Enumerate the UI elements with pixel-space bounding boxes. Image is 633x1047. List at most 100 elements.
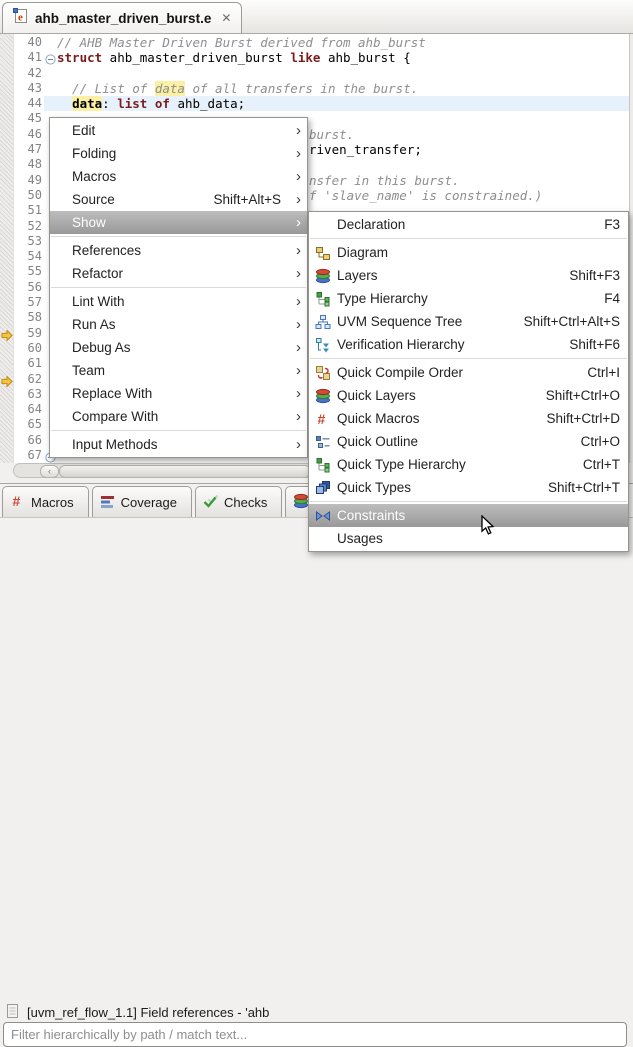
scrollbar-thumb[interactable] xyxy=(59,465,311,478)
menu-item-replace-with[interactable]: Replace With › xyxy=(50,382,307,405)
menu-item-quick-type-hierarchy[interactable]: Quick Type Hierarchy Ctrl+T xyxy=(309,453,628,476)
code-segment: of all transfers in the burst. xyxy=(184,80,419,96)
line-number: 46 xyxy=(27,126,42,141)
menu-item-label: Compare With xyxy=(72,409,159,424)
tab-close-icon[interactable]: ✕ xyxy=(221,11,231,25)
code-segment: like xyxy=(290,50,321,66)
menu-item-quick-layers[interactable]: Quick Layers Shift+Ctrl+O xyxy=(309,384,628,407)
menu-shortcut: F3 xyxy=(604,217,620,232)
menu-item-label: Edit xyxy=(72,123,96,138)
menu-item-run-as[interactable]: Run As › xyxy=(50,313,307,336)
line-number: 63 xyxy=(27,386,42,401)
menu-item-quick-types[interactable]: Quick Types Shift+Ctrl+T xyxy=(309,476,628,499)
code-line[interactable]: data: list of ahb_data; xyxy=(57,96,629,112)
menu-item-label: Folding xyxy=(72,146,117,161)
mouse-cursor xyxy=(481,514,496,541)
menu-item-label: References xyxy=(72,243,142,258)
menu-item-quick-outline[interactable]: Quick Outline Ctrl+O xyxy=(309,430,628,453)
line-number: 58 xyxy=(27,310,42,325)
menu-item-diagram[interactable]: Diagram xyxy=(309,241,628,264)
submenu-arrow-icon: › xyxy=(296,168,301,185)
menu-item-constraints[interactable]: Constraints xyxy=(309,504,628,527)
editor-tab-title: ahb_master_driven_burst.e xyxy=(35,10,212,26)
menu-item-references[interactable]: References › xyxy=(50,239,307,262)
line-number: 60 xyxy=(27,340,42,355)
menu-item-label: Replace With xyxy=(72,386,153,401)
menu-item-uvm-sequence-tree[interactable]: UVM Sequence Tree Shift+Ctrl+Alt+S xyxy=(309,310,628,333)
bottom-tab-coverage[interactable]: Coverage xyxy=(91,486,192,517)
menu-item-label: Macros xyxy=(72,169,117,184)
menu-item-label: Quick Outline xyxy=(337,434,419,449)
code-segment: nsfer in this burst. xyxy=(309,172,460,188)
menu-item-lint-with[interactable]: Lint With › xyxy=(50,290,307,313)
e-file-icon: e xyxy=(13,7,29,29)
code-line[interactable]: // AHB Master Driven Burst derived from … xyxy=(57,35,629,50)
bookmark-arrow-icon[interactable] xyxy=(1,374,13,392)
menu-item-quick-compile-order[interactable]: Quick Compile Order Ctrl+I xyxy=(309,361,628,384)
macro-hash-icon: # xyxy=(10,493,26,512)
line-number: 42 xyxy=(27,65,42,80)
code-segment: f 'slave_name' is constrained.) xyxy=(309,187,543,203)
line-number: 44 xyxy=(27,96,42,111)
menu-item-debug-as[interactable]: Debug As › xyxy=(50,336,307,359)
menu-item-label: Lint With xyxy=(72,294,125,309)
layers-icon xyxy=(315,268,331,284)
menu-item-label: Type Hierarchy xyxy=(337,291,428,306)
menu-item-team[interactable]: Team › xyxy=(50,359,307,382)
menu-item-label: Diagram xyxy=(337,245,389,260)
submenu-arrow-icon: › xyxy=(296,408,301,425)
menu-item-edit[interactable]: Edit › xyxy=(50,119,307,142)
menu-item-label: Quick Compile Order xyxy=(337,365,464,380)
menu-separator xyxy=(310,358,627,359)
editor-tab[interactable]: e ahb_master_driven_burst.e ✕ xyxy=(2,2,243,33)
menu-item-usages[interactable]: Usages xyxy=(309,527,628,550)
menu-item-folding[interactable]: Folding › xyxy=(50,142,307,165)
menu-item-label: Quick Types xyxy=(337,480,412,495)
menu-shortcut: Ctrl+O xyxy=(580,434,620,449)
code-line[interactable] xyxy=(57,66,629,81)
menu-item-type-hierarchy[interactable]: Type Hierarchy F4 xyxy=(309,287,628,310)
fold-minus-icon[interactable] xyxy=(45,52,56,65)
submenu-arrow-icon: › xyxy=(296,339,301,356)
menu-item-declaration[interactable]: Declaration F3 xyxy=(309,213,628,236)
menu-shortcut: F4 xyxy=(604,291,620,306)
menu-item-refactor[interactable]: Refactor › xyxy=(50,262,307,285)
line-number: 50 xyxy=(27,187,42,202)
code-line[interactable]: // List of data of all transfers in the … xyxy=(57,80,629,96)
menu-item-quick-macros[interactable]: # Quick Macros Shift+Ctrl+D xyxy=(309,407,628,430)
filter-input[interactable] xyxy=(3,1022,627,1047)
submenu-arrow-icon: › xyxy=(296,242,301,259)
menu-item-verification-hierarchy[interactable]: Verification Hierarchy Shift+F6 xyxy=(309,333,628,356)
menu-shortcut: Shift+Ctrl+Alt+S xyxy=(523,314,620,329)
menu-item-macros[interactable]: Macros › xyxy=(50,165,307,188)
svg-text:#: # xyxy=(13,493,21,509)
submenu-arrow-icon: › xyxy=(296,362,301,379)
menu-item-layers[interactable]: Layers Shift+F3 xyxy=(309,264,628,287)
bottom-tab-checks[interactable]: Checks xyxy=(195,486,283,517)
compile-order-icon xyxy=(315,365,331,381)
coverage-icon xyxy=(100,493,116,512)
scroll-left-icon[interactable]: ‹ xyxy=(40,465,59,478)
menu-shortcut: Shift+Ctrl+T xyxy=(547,480,620,495)
menu-item-label: Constraints xyxy=(337,508,406,523)
line-number: 45 xyxy=(27,111,42,126)
code-segment: ahb_burst { xyxy=(320,50,411,66)
line-number: 62 xyxy=(27,371,42,386)
menu-shortcut: Shift+Ctrl+D xyxy=(546,411,620,426)
line-number: 66 xyxy=(27,432,42,447)
checks-icon xyxy=(203,493,219,512)
layers-icon xyxy=(315,388,331,404)
menu-item-input-methods[interactable]: Input Methods › xyxy=(50,433,307,456)
bottom-tab-macros[interactable]: # Macros xyxy=(2,486,89,517)
annotation-ruler[interactable] xyxy=(0,34,14,463)
menu-separator xyxy=(51,287,306,288)
line-number: 64 xyxy=(27,402,42,417)
bookmark-arrow-icon[interactable] xyxy=(1,328,13,346)
menu-item-show[interactable]: Show › xyxy=(50,211,307,234)
menu-item-compare-with[interactable]: Compare With › xyxy=(50,405,307,428)
line-number: 55 xyxy=(27,264,42,279)
code-line[interactable]: struct ahb_master_driven_burst like ahb_… xyxy=(57,50,629,65)
menu-item-source[interactable]: Source Shift+Alt+S › xyxy=(50,188,307,211)
line-number: 67 xyxy=(27,448,42,463)
